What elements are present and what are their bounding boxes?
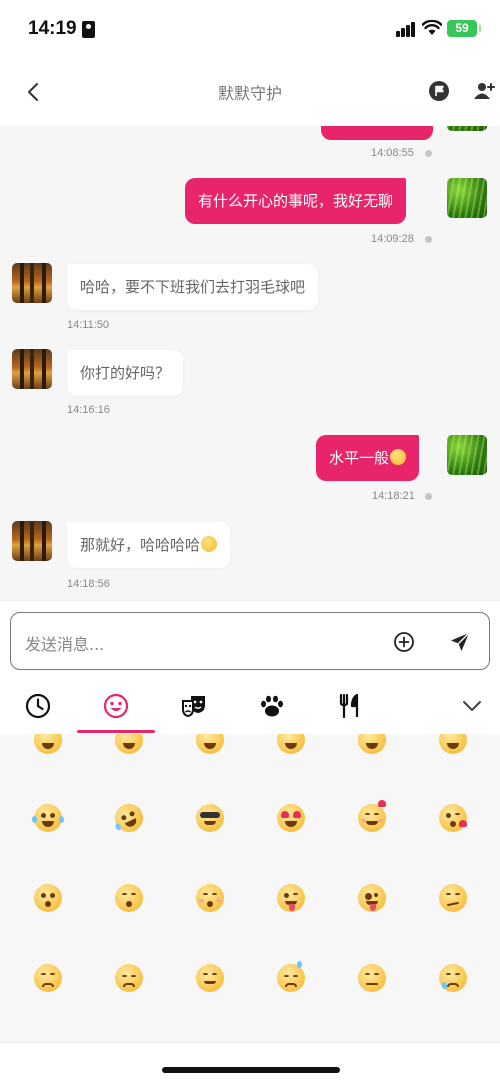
message-bubble-outgoing[interactable]: 有什么开心的事呢，我好无聊	[185, 178, 407, 224]
fork-knife-icon	[339, 693, 359, 719]
add-attachment-icon[interactable]	[393, 631, 415, 653]
confounded-emoji[interactable]	[358, 964, 386, 992]
message-text: 那就好，哈哈哈哈	[80, 536, 201, 554]
read-status-dot	[425, 150, 432, 157]
message-bubble-incoming[interactable]: 那就好，哈哈哈哈	[67, 522, 231, 568]
contact-avatar[interactable]	[12, 349, 52, 389]
message-bubble-outgoing[interactable]	[321, 126, 433, 140]
tears-of-joy-emoji	[390, 449, 407, 465]
chevron-down-icon[interactable]	[460, 697, 484, 715]
sunglasses-emoji[interactable]	[196, 804, 224, 832]
winking-tongue-emoji[interactable]	[277, 884, 305, 912]
zany-emoji[interactable]	[358, 884, 386, 912]
grinning-emoji[interactable]	[439, 734, 467, 754]
emoji-category-tabs	[0, 678, 500, 734]
message-bubble-outgoing[interactable]: 水平一般	[316, 435, 420, 481]
bottom-bar	[0, 1042, 500, 1082]
grinning-emoji[interactable]	[196, 734, 224, 754]
battery-icon: 59	[447, 20, 481, 37]
grinning-emoji[interactable]	[115, 734, 143, 754]
contact-avatar[interactable]	[12, 521, 52, 561]
tab-activities[interactable]	[172, 690, 212, 724]
message-bubble-incoming[interactable]: 你打的好吗？	[67, 350, 184, 396]
chat-header: 默默守护	[0, 56, 500, 126]
kissing-emoji[interactable]	[34, 884, 62, 912]
grinning-emoji[interactable]	[358, 734, 386, 754]
message-list[interactable]: 14:08:55 有什么开心的事呢，我好无聊 14:09:28 哈哈，要不下班我…	[0, 126, 500, 600]
unamused-emoji[interactable]	[34, 964, 62, 992]
message-timestamp: 14:11:50	[67, 319, 110, 331]
kissing-heart-emoji	[201, 536, 218, 552]
id-card-icon	[82, 21, 95, 38]
page-title: 默默守护	[217, 84, 282, 103]
heart-eyes-emoji[interactable]	[277, 804, 305, 832]
message-timestamp: 14:18:56	[67, 578, 110, 590]
grinning-emoji[interactable]	[277, 734, 305, 754]
my-avatar[interactable]	[447, 435, 487, 475]
kissing-closed-eyes-emoji[interactable]	[196, 884, 224, 912]
wifi-icon	[422, 20, 442, 35]
status-bar: 14:19 59	[0, 0, 500, 56]
smiley-icon	[103, 693, 129, 719]
home-indicator[interactable]	[162, 1067, 340, 1073]
downcast-sweat-emoji[interactable]	[277, 961, 305, 992]
message-timestamp: 14:18:21	[372, 490, 415, 502]
message-timestamp: 14:16:16	[67, 404, 110, 416]
tab-animals[interactable]	[250, 690, 290, 724]
my-avatar[interactable]	[447, 178, 487, 218]
crying-emoji[interactable]	[439, 964, 467, 992]
relieved-emoji[interactable]	[196, 964, 224, 992]
tab-smileys[interactable]	[94, 690, 134, 724]
tab-food[interactable]	[328, 690, 368, 724]
message-timestamp: 14:08:55	[371, 147, 414, 159]
message-timestamp: 14:09:28	[371, 233, 414, 245]
message-bubble-incoming[interactable]: 哈哈，要不下班我们去打羽毛球吧	[67, 264, 319, 310]
emoji-grid[interactable]	[0, 734, 500, 1042]
paw-icon	[261, 695, 283, 717]
smirk-emoji[interactable]	[439, 884, 467, 912]
read-status-dot	[425, 493, 432, 500]
read-status-dot	[425, 236, 432, 243]
add-friend-icon[interactable]	[472, 80, 496, 102]
send-icon[interactable]	[448, 630, 472, 654]
active-tab-indicator	[77, 730, 155, 733]
tab-recent[interactable]	[16, 690, 56, 724]
tears-of-joy-emoji[interactable]	[32, 804, 64, 832]
rofl-emoji[interactable]	[110, 799, 148, 837]
clock-icon	[25, 693, 51, 719]
contact-avatar[interactable]	[12, 263, 52, 303]
message-text: 水平一般	[329, 449, 390, 467]
message-input-placeholder: 发送消息...	[25, 635, 105, 654]
smiling-hearts-emoji[interactable]	[358, 800, 386, 832]
disappointed-emoji[interactable]	[115, 964, 143, 992]
cellular-signal-icon	[396, 22, 416, 37]
status-time: 14:19	[28, 18, 77, 39]
kissing-smiling-eyes-emoji[interactable]	[115, 884, 143, 912]
masks-icon	[182, 696, 205, 718]
message-input[interactable]: 发送消息...	[10, 612, 490, 670]
report-flag-icon[interactable]	[428, 80, 450, 102]
kissing-heart-emoji[interactable]	[439, 804, 467, 832]
grinning-emoji[interactable]	[34, 734, 62, 754]
composer: 发送消息...	[0, 600, 500, 678]
my-avatar[interactable]	[447, 126, 487, 131]
